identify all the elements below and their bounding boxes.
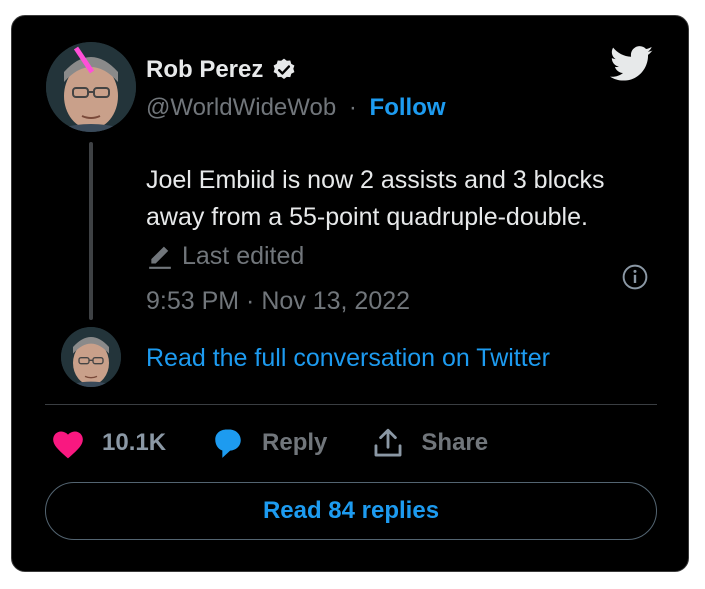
edited-label: Last edited [182, 242, 305, 270]
share-label: Share [421, 429, 489, 456]
divider [45, 404, 657, 405]
reply-button[interactable]: Reply [210, 426, 327, 460]
pencil-icon [149, 246, 171, 269]
follow-link[interactable]: Follow [370, 94, 446, 121]
author-name-row: Rob Perez [146, 56, 297, 84]
info-icon[interactable] [622, 264, 648, 290]
read-full-conversation-link[interactable]: Read the full conversation on Twitter [146, 344, 550, 373]
author-avatar[interactable] [46, 42, 136, 132]
edited-indicator[interactable]: Last edited [146, 242, 304, 271]
reply-label: Reply [262, 429, 328, 456]
separator-dot: · [348, 94, 357, 121]
share-button[interactable]: Share [371, 426, 488, 460]
read-replies-button[interactable]: Read 84 replies [45, 482, 657, 540]
share-upload-icon [374, 428, 402, 457]
tweet-timestamp[interactable]: 9:53 PM · Nov 13, 2022 [146, 287, 410, 316]
thread-connector-line [89, 142, 93, 320]
thread-avatar[interactable] [61, 327, 121, 387]
author-name[interactable]: Rob Perez [146, 56, 263, 84]
tweet-text: Joel Embiid is now 2 assists and 3 block… [146, 166, 605, 231]
like-button[interactable]: 10.1K [50, 427, 166, 459]
verified-badge-icon [273, 58, 295, 79]
tweet-actions: 10.1K Reply Share [50, 426, 488, 460]
twitter-bird-icon[interactable] [610, 46, 654, 82]
avatar-image [61, 327, 121, 387]
reply-bubble-icon [215, 429, 241, 458]
author-handle-row: @WorldWideWob · Follow [146, 94, 446, 122]
like-count: 10.1K [102, 429, 167, 456]
author-handle[interactable]: @WorldWideWob [146, 94, 336, 121]
tweet-embed-card: Rob Perez @WorldWideWob · Follow Joel Em… [11, 15, 689, 572]
heart-icon [53, 431, 83, 459]
avatar-image [46, 42, 136, 132]
